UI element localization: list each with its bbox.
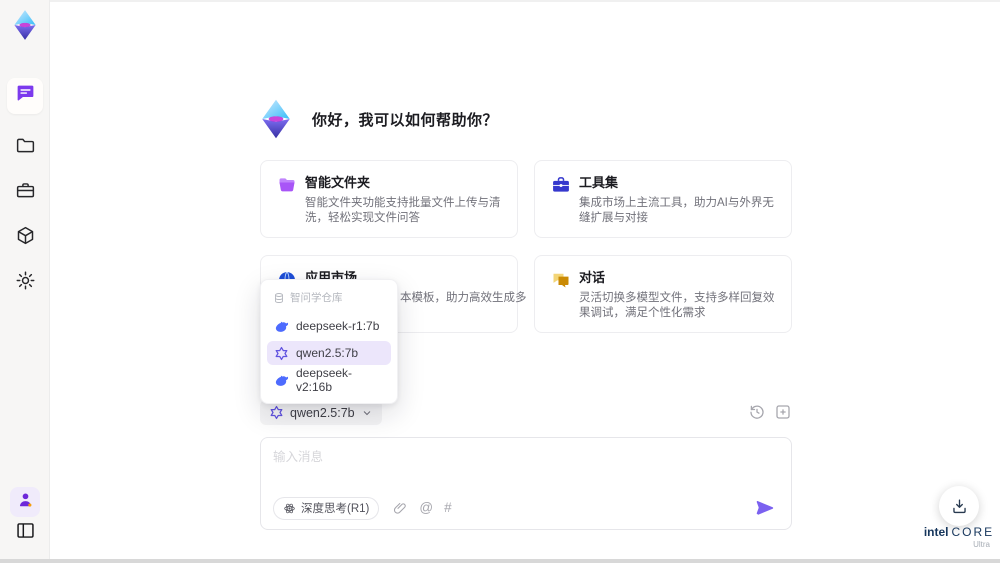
model-dropdown: 智问学仓库 deepseek-r1:7b qwen2.5:7b deepseek… [260,279,398,404]
sidebar-item-folders[interactable] [7,130,43,166]
deepseek-whale-icon [275,375,289,386]
message-input[interactable] [273,446,778,486]
toolset-briefcase-icon [551,175,571,195]
card-title: 工具集 [579,175,619,190]
deepseek-whale-icon [275,321,289,332]
repository-icon [275,292,283,303]
send-button[interactable] [755,498,775,518]
sidebar-item-chat[interactable] [7,78,43,114]
intel-core-badge: intel core Ultra [923,525,995,549]
new-chat-icon[interactable] [774,403,792,421]
chat-toolbar [748,403,792,421]
message-composer: 深度思考(R1) @ # [260,437,792,530]
smart-folder-icon [277,175,297,195]
app-logo-large [262,99,290,139]
app-window: 你好，我可以如何帮助你？ 智能文件夹 智能文件夹功能支持批量文件上传与清洗，轻松… [0,0,1000,563]
qwen-star-icon [275,346,288,360]
sidebar [0,0,50,563]
download-button[interactable] [939,486,979,526]
model-option-qwen[interactable]: qwen2.5:7b [267,341,391,365]
gear-icon [15,270,36,296]
card-smart-folder[interactable]: 智能文件夹 智能文件夹功能支持批量文件上传与清洗，轻松实现文件问答 [260,160,518,238]
model-dropdown-header: 智问学仓库 [261,286,397,311]
greeting-header: 你好，我可以如何帮助你？ [254,96,498,142]
atom-icon [284,503,295,513]
model-option-deepseek-r1[interactable]: deepseek-r1:7b [267,314,391,338]
sidebar-item-settings[interactable] [7,265,43,301]
hash-icon[interactable]: # [444,496,452,520]
sidebar-item-models[interactable] [7,220,43,256]
selected-model-label: qwen2.5:7b [290,405,355,420]
chat-bubble-icon [15,83,36,109]
paperclip-icon[interactable] [392,500,408,516]
composer-toolbar: 深度思考(R1) @ # [273,496,775,520]
layout-icon [15,520,36,546]
card-description: 集成市场上主流工具，助力AI与外界无缝扩展与对接 [579,197,774,224]
card-toolset[interactable]: 工具集 集成市场上主流工具，助力AI与外界无缝扩展与对接 [534,160,792,238]
cube-icon [15,225,36,251]
qwen-star-icon [270,405,283,420]
window-top-edge [0,0,1000,2]
model-option-deepseek-v2[interactable]: deepseek-v2:16b [267,366,391,394]
card-description: 智能文件夹功能支持批量文件上传与清洗，轻松实现文件问答 [305,197,501,224]
chevron-down-icon [363,410,370,415]
send-icon [756,501,774,515]
sidebar-item-panel-toggle[interactable] [10,518,40,548]
card-description: 灵活切换多模型文件，支持多样回复效果调试，满足个性化需求 [579,292,775,319]
history-icon[interactable] [748,403,766,421]
card-title: 对话 [579,270,606,285]
greeting-title: 你好，我可以如何帮助你？ [312,111,499,129]
deep-think-toggle[interactable]: 深度思考(R1) [273,496,380,520]
intel-logo-text: intel [923,525,949,539]
sidebar-item-account[interactable] [10,487,40,517]
user-icon [16,490,35,514]
app-logo [8,8,42,42]
download-icon [952,498,966,513]
deep-think-label: 深度思考(R1) [301,503,370,515]
mention-icon[interactable]: @ [419,496,433,520]
card-title: 智能文件夹 [305,175,371,190]
dialog-chat-icon [551,270,571,290]
briefcase-icon [15,180,36,206]
window-bottom-edge [0,559,1000,563]
sidebar-item-toolbox[interactable] [7,175,43,211]
intel-tier-text: Ultra [973,540,990,549]
card-dialog[interactable]: 对话 灵活切换多模型文件，支持多样回复效果调试，满足个性化需求 [534,255,792,333]
folder-icon [15,135,36,161]
